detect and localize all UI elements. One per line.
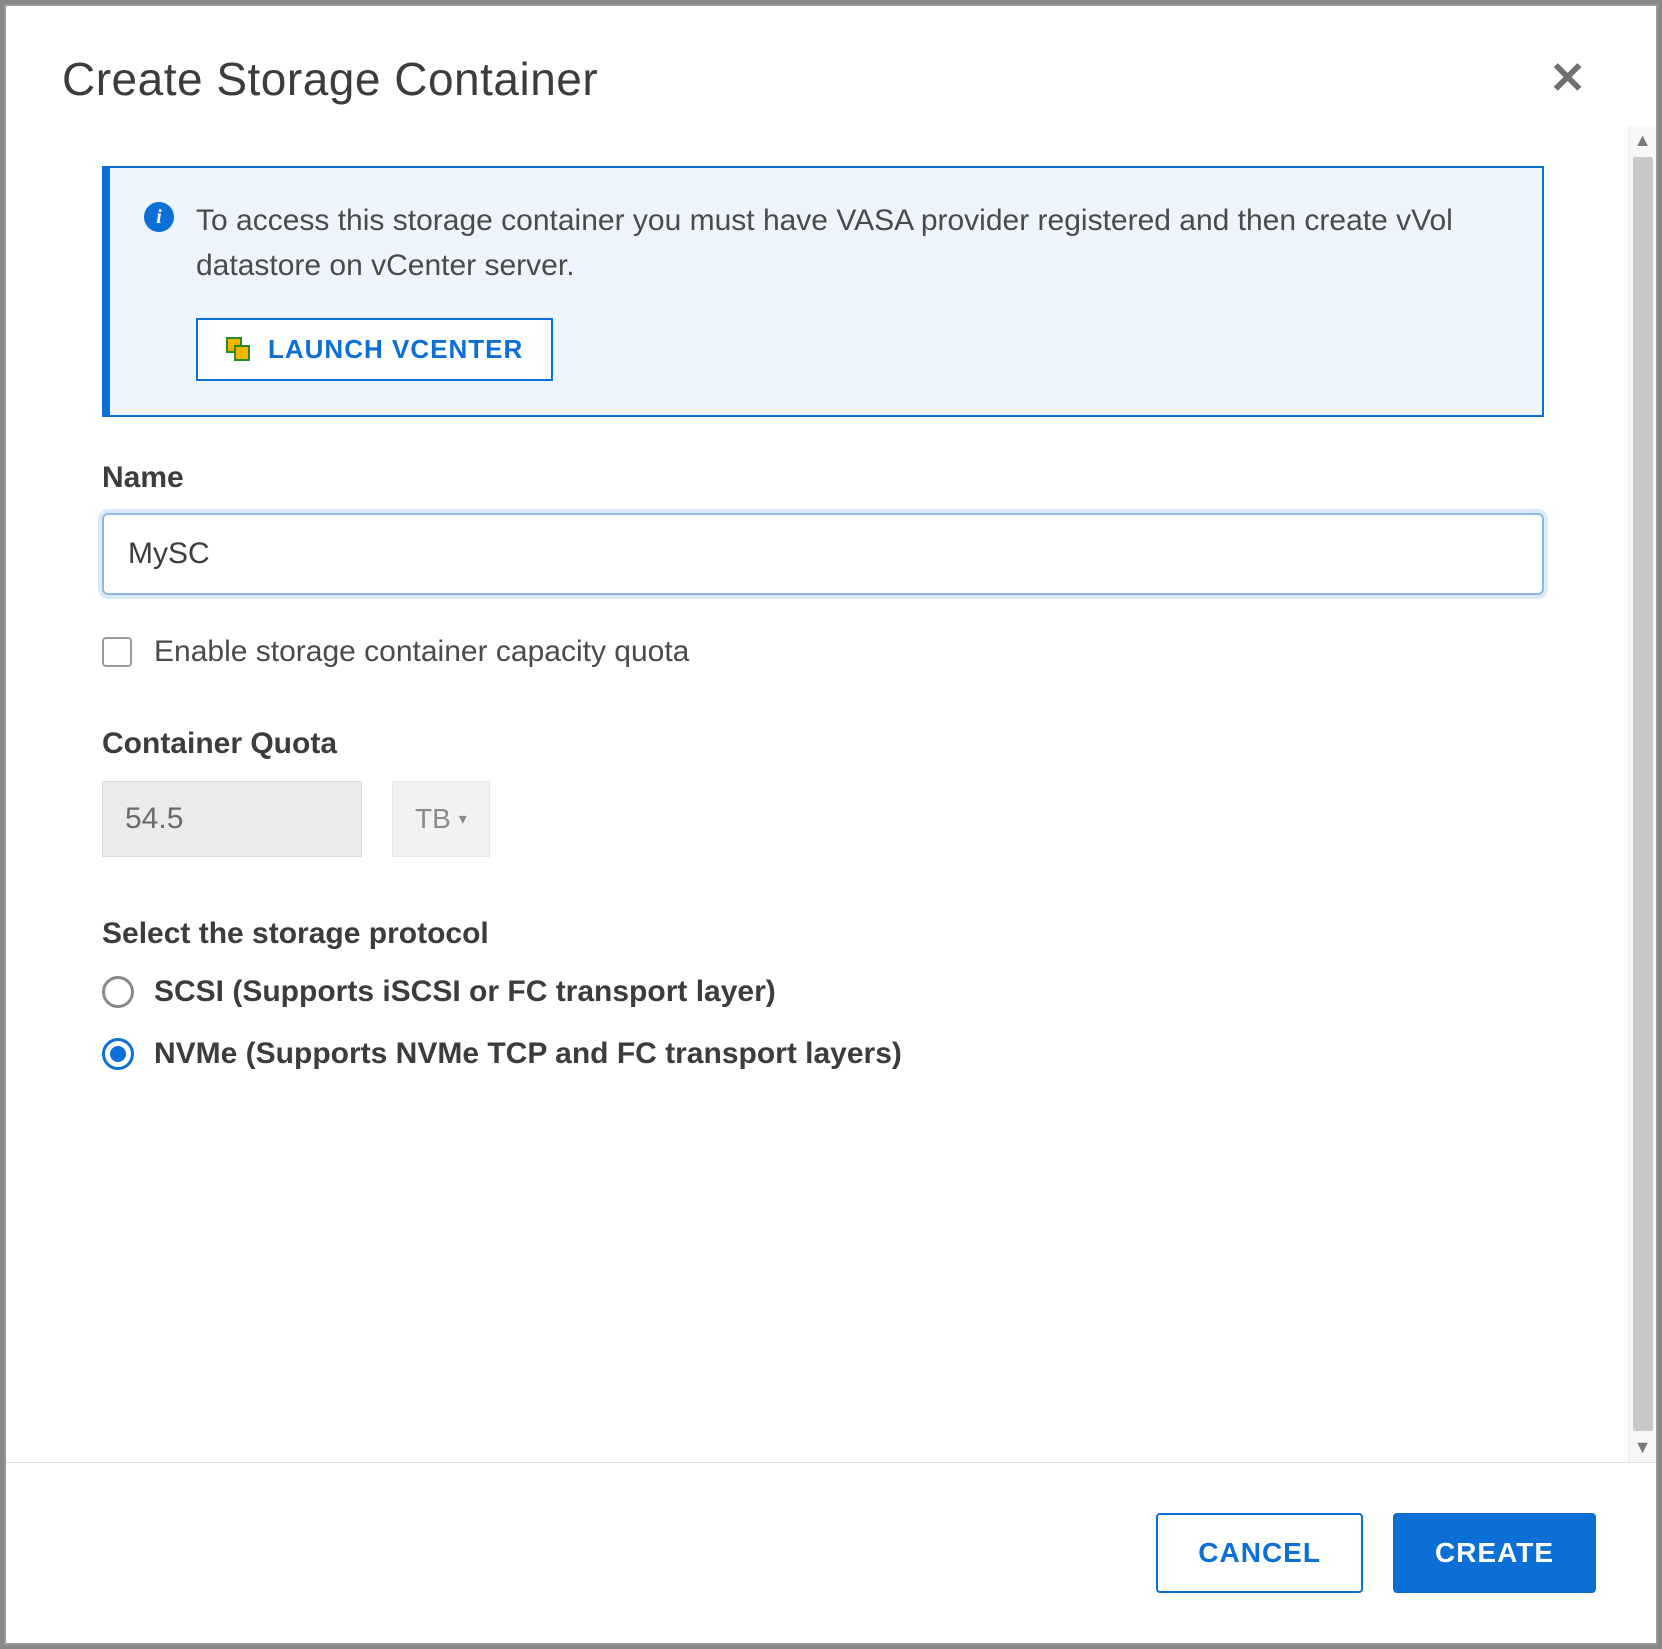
scroll-up-icon[interactable]: ▲: [1634, 126, 1652, 155]
create-storage-container-dialog: Create Storage Container ✕ i To access t…: [6, 6, 1656, 1643]
info-text: To access this storage container you mus…: [196, 198, 1508, 288]
container-quota-unit: TB: [415, 803, 451, 835]
vcenter-icon: [226, 337, 252, 363]
radio-nvme[interactable]: [102, 1038, 134, 1070]
scroll-down-icon[interactable]: ▼: [1634, 1433, 1652, 1462]
close-icon[interactable]: ✕: [1549, 57, 1586, 101]
info-icon: i: [144, 202, 174, 232]
container-quota-label: Container Quota: [102, 727, 1588, 761]
name-input[interactable]: [102, 513, 1544, 595]
cancel-button[interactable]: CANCEL: [1156, 1513, 1363, 1593]
dialog-body-wrap: i To access this storage container you m…: [6, 126, 1656, 1462]
dialog-header: Create Storage Container ✕: [6, 6, 1656, 126]
protocol-label: Select the storage protocol: [102, 917, 1588, 951]
scroll-thumb[interactable]: [1633, 157, 1653, 1431]
scrollbar[interactable]: ▲ ▼: [1628, 126, 1656, 1462]
protocol-option-scsi[interactable]: SCSI (Supports iSCSI or FC transport lay…: [102, 975, 1588, 1009]
radio-scsi[interactable]: [102, 976, 134, 1008]
radio-scsi-label: SCSI (Supports iSCSI or FC transport lay…: [154, 975, 776, 1009]
protocol-option-nvme[interactable]: NVMe (Supports NVMe TCP and FC transport…: [102, 1037, 1588, 1071]
info-panel: i To access this storage container you m…: [102, 166, 1544, 417]
enable-quota-checkbox[interactable]: [102, 637, 132, 667]
dialog-footer: CANCEL CREATE: [6, 1462, 1656, 1643]
dialog-title: Create Storage Container: [62, 52, 598, 106]
launch-vcenter-button[interactable]: LAUNCH VCENTER: [196, 318, 553, 381]
name-label: Name: [102, 461, 1588, 495]
chevron-down-icon: ▾: [459, 809, 467, 829]
launch-vcenter-label: LAUNCH VCENTER: [268, 334, 523, 365]
container-quota-row: 54.5 TB ▾: [102, 781, 1588, 857]
container-quota-value[interactable]: 54.5: [102, 781, 362, 857]
info-row: i To access this storage container you m…: [144, 198, 1508, 288]
radio-nvme-label: NVMe (Supports NVMe TCP and FC transport…: [154, 1037, 902, 1071]
create-button[interactable]: CREATE: [1393, 1513, 1596, 1593]
container-quota-unit-select[interactable]: TB ▾: [392, 781, 490, 857]
enable-quota-row[interactable]: Enable storage container capacity quota: [102, 635, 1588, 669]
enable-quota-label: Enable storage container capacity quota: [154, 635, 689, 669]
dialog-body: i To access this storage container you m…: [6, 126, 1628, 1462]
